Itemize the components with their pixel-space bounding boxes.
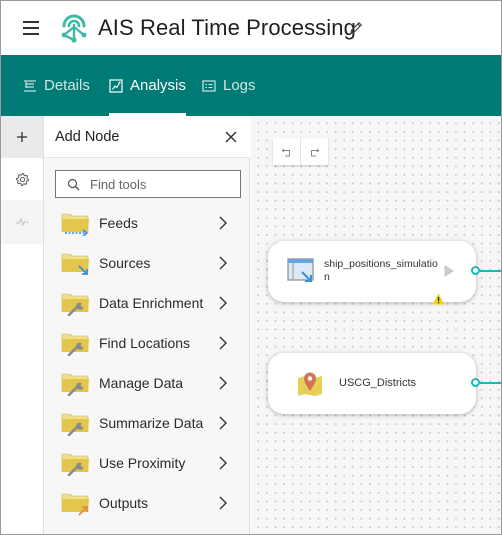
analysis-canvas[interactable]: ship_positions_simulation USCG_Districts: [251, 116, 501, 534]
chevron-right-icon: [219, 416, 227, 430]
gear-icon: [15, 172, 29, 186]
node-category-outputs[interactable]: Outputs: [44, 483, 250, 523]
tab-bar: Details Analysis Logs: [1, 55, 501, 116]
monitor-button[interactable]: [1, 200, 43, 244]
node-label: ship_positions_simulation: [324, 258, 438, 283]
folder-tool-icon: [61, 293, 89, 316]
map-pin-icon: [298, 372, 322, 396]
tab-logs[interactable]: Logs: [202, 55, 256, 116]
page-title: AIS Real Time Processing: [98, 15, 356, 40]
tab-analysis[interactable]: Analysis: [109, 55, 186, 116]
app-header: AIS Real Time Processing: [1, 1, 501, 55]
node-category-label: Find Locations: [99, 335, 191, 351]
folder-feed-icon: [61, 213, 89, 236]
node-category-label: Feeds: [99, 215, 138, 231]
left-rail: [1, 116, 44, 534]
node-category-data-enrichment[interactable]: Data Enrichment: [44, 283, 250, 323]
node-category-label: Summarize Data: [99, 415, 204, 431]
undo-button[interactable]: [273, 138, 300, 165]
plus-icon: [17, 132, 27, 142]
logs-list-icon: [202, 79, 216, 92]
app-window: AIS Real Time Processing Details Analysi…: [0, 0, 502, 535]
close-icon[interactable]: [224, 130, 238, 144]
node-category-find-locations[interactable]: Find Locations: [44, 323, 250, 363]
tab-details[interactable]: Details: [23, 55, 90, 116]
undo-redo-toolbar: [273, 138, 328, 165]
folder-source-icon: [61, 253, 89, 275]
chevron-right-icon: [219, 456, 227, 470]
add-node-panel: Add Node Feeds Sources Data Enrichment Find…: [44, 116, 250, 534]
node-category-label: Use Proximity: [99, 455, 186, 471]
node-category-label: Manage Data: [99, 375, 184, 391]
chevron-right-icon: [219, 336, 227, 350]
pulse-icon: [16, 217, 29, 227]
find-tools-search: [55, 170, 241, 198]
chevron-right-icon: [219, 296, 227, 310]
node-category-summarize-data[interactable]: Summarize Data: [44, 403, 250, 443]
chevron-right-icon: [219, 216, 227, 230]
node-category-label: Outputs: [99, 495, 149, 511]
folder-output-icon: [61, 493, 89, 516]
analytics-logo-icon: [61, 14, 87, 43]
redo-icon: [311, 148, 320, 156]
pencil-icon[interactable]: [349, 21, 363, 35]
chevron-right-icon: [219, 256, 227, 270]
node-category-manage-data[interactable]: Manage Data: [44, 363, 250, 403]
analysis-diagram-icon: [109, 78, 123, 93]
chevron-right-icon: [219, 376, 227, 390]
connection-line: [480, 270, 501, 272]
node-category-feeds[interactable]: Feeds: [44, 203, 250, 243]
connection-line: [480, 382, 501, 384]
canvas-node-feed[interactable]: ship_positions_simulation: [268, 241, 476, 305]
play-icon[interactable]: [444, 265, 454, 277]
add-node-button[interactable]: [1, 116, 43, 158]
warning-icon[interactable]: [432, 293, 445, 305]
tab-analysis-label: Analysis: [130, 77, 186, 94]
hamburger-menu-icon[interactable]: [23, 20, 39, 35]
tab-logs-label: Logs: [223, 77, 256, 94]
folder-tool-icon: [61, 333, 89, 356]
node-category-label: Data Enrichment: [99, 295, 204, 311]
feed-window-icon: [287, 258, 314, 282]
undo-icon: [281, 148, 290, 156]
tab-details-label: Details: [44, 77, 90, 94]
settings-button[interactable]: [1, 158, 43, 200]
node-label: USCG_Districts: [339, 377, 417, 389]
redo-button[interactable]: [300, 138, 327, 165]
canvas-node-source[interactable]: USCG_Districts: [268, 353, 476, 414]
panel-header: Add Node: [44, 116, 250, 158]
details-list-icon: [24, 79, 36, 92]
node-category-use-proximity[interactable]: Use Proximity: [44, 443, 250, 483]
output-port[interactable]: [471, 378, 480, 387]
folder-tool-icon: [61, 453, 89, 476]
node-category-list: Feeds Sources Data Enrichment Find Location…: [44, 203, 250, 523]
search-icon: [67, 178, 80, 190]
output-port[interactable]: [471, 266, 480, 275]
chevron-right-icon: [219, 496, 227, 510]
node-category-label: Sources: [99, 255, 151, 271]
panel-title: Add Node: [55, 129, 120, 145]
folder-tool-icon: [61, 373, 89, 396]
folder-tool-icon: [61, 413, 89, 436]
find-tools-input[interactable]: [90, 176, 230, 192]
node-category-sources[interactable]: Sources: [44, 243, 250, 283]
